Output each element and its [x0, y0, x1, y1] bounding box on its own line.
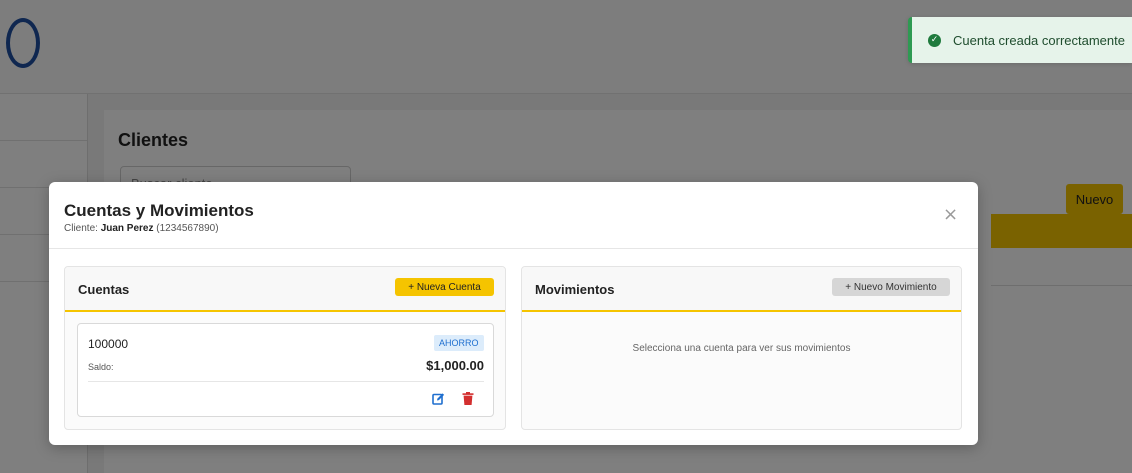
movements-panel: Movimientos + Nuevo Movimiento Seleccion…	[521, 266, 962, 430]
check-circle-icon: ✓	[928, 33, 941, 47]
movements-panel-header: Movimientos + Nuevo Movimiento	[522, 267, 961, 312]
account-balance: $1,000.00	[426, 358, 484, 373]
accounts-modal: Cuentas y Movimientos Cliente: Juan Pere…	[49, 182, 978, 445]
modal-title: Cuentas y Movimientos	[64, 201, 254, 220]
account-number: 100000	[88, 337, 129, 351]
movements-title: Movimientos	[535, 282, 615, 297]
client-label: Cliente:	[64, 223, 98, 234]
edit-icon[interactable]	[432, 390, 445, 405]
balance-label: Saldo:	[88, 362, 114, 372]
accounts-panel-header: Cuentas + Nueva Cuenta	[65, 267, 505, 312]
client-id: (1234567890)	[156, 223, 219, 234]
account-type-badge: AHORRO	[434, 335, 484, 351]
accounts-title: Cuentas	[78, 282, 130, 297]
empty-movements-message: Selecciona una cuenta para ver sus movim…	[632, 343, 851, 354]
new-movement-button[interactable]: + Nuevo Movimiento	[832, 278, 950, 296]
modal-subtitle: Cliente: Juan Perez (1234567890)	[64, 223, 219, 234]
client-name: Juan Perez	[100, 223, 154, 234]
new-account-button[interactable]: + Nueva Cuenta	[395, 278, 494, 296]
toast-message: Cuenta creada correctamente	[953, 32, 1125, 48]
close-icon[interactable]: ×	[943, 206, 958, 224]
success-toast: ✓ Cuenta creada correctamente ×	[908, 17, 1132, 63]
divider	[88, 381, 484, 382]
account-card[interactable]: 100000 AHORRO Saldo: $1,000.00	[77, 323, 494, 417]
modal-header: Cuentas y Movimientos Cliente: Juan Pere…	[49, 182, 978, 249]
accounts-panel: Cuentas + Nueva Cuenta 100000 AHORRO Sal…	[64, 266, 506, 430]
trash-icon[interactable]	[462, 390, 474, 405]
